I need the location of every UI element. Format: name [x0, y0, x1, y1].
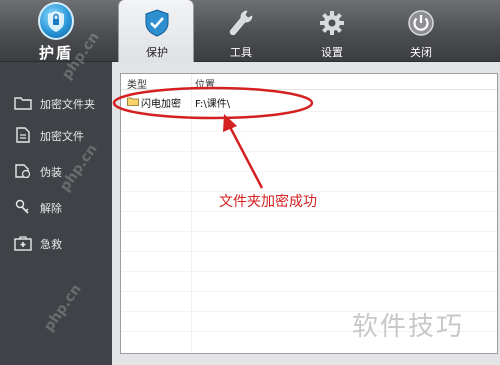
sidebar-item-label: 加密文件	[40, 130, 84, 143]
tab-protect[interactable]: 保护	[118, 0, 194, 62]
sidebar-item-release[interactable]: 解除	[0, 194, 112, 222]
app-logo: 护盾	[0, 0, 112, 62]
disguise-icon	[15, 164, 31, 179]
row-divider	[121, 171, 497, 172]
tab-label: 保护	[146, 46, 168, 59]
sidebar-item-label: 急救	[40, 238, 62, 251]
tab-label: 关闭	[410, 46, 432, 59]
row-divider	[121, 111, 497, 112]
row-divider	[121, 231, 497, 232]
row-divider	[121, 211, 497, 212]
row-divider	[121, 251, 497, 252]
tab-close[interactable]: 关闭	[383, 0, 459, 62]
cell-type: 闪电加密	[141, 99, 181, 110]
annotation-label: 文件夹加密成功	[219, 194, 317, 210]
row-divider	[121, 131, 497, 132]
list-header: 类型 位置	[121, 74, 497, 91]
cell-location: F:\课件\	[195, 99, 231, 110]
key-icon	[15, 199, 29, 214]
shield-logo-icon	[38, 2, 74, 40]
tab-label: 工具	[230, 46, 252, 59]
column-header-type[interactable]: 类型	[127, 76, 147, 91]
sidebar-item-encrypt-folder[interactable]: 加密文件夹	[0, 90, 112, 118]
watermark-text: 软件技巧	[352, 312, 465, 342]
row-divider	[121, 151, 497, 152]
wrench-icon	[229, 10, 253, 36]
tab-settings[interactable]: 设置	[294, 0, 370, 62]
sidebar-item-first-aid[interactable]: 急救	[0, 230, 112, 258]
sidebar-item-label: 解除	[40, 202, 62, 215]
first-aid-icon	[14, 236, 32, 251]
column-header-location[interactable]: 位置	[195, 76, 215, 91]
gear-icon	[320, 11, 344, 35]
tab-tools[interactable]: 工具	[203, 0, 279, 62]
sidebar-item-label: 伪装	[40, 166, 62, 179]
row-divider	[121, 271, 497, 272]
file-icon	[16, 127, 30, 143]
row-divider	[121, 291, 497, 292]
sidebar-item-disguise[interactable]: 伪装	[0, 158, 112, 186]
sidebar-item-label: 加密文件夹	[40, 98, 95, 111]
table-row[interactable]: 闪电加密 F:\课件\	[121, 94, 497, 110]
tab-label: 设置	[321, 46, 343, 59]
power-icon	[408, 10, 434, 36]
shield-icon	[145, 9, 169, 37]
folder-icon	[127, 97, 139, 106]
folder-icon	[14, 97, 32, 110]
